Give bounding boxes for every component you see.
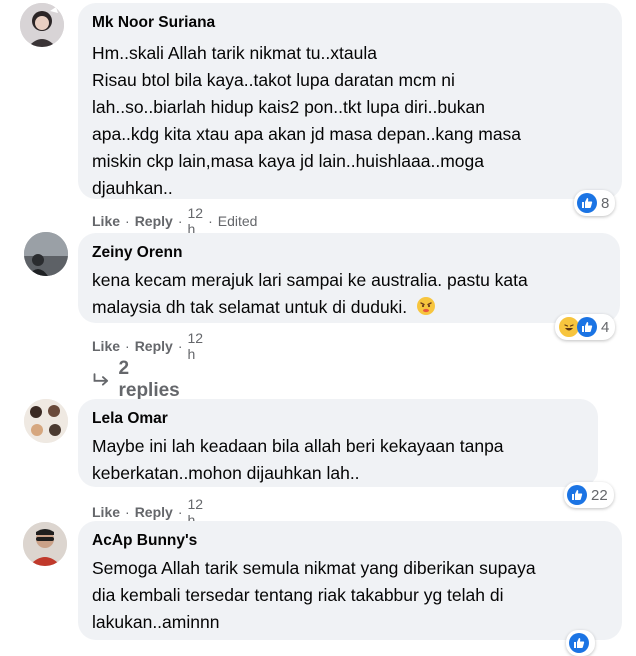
reply-button[interactable]: Reply [135,213,173,229]
reaction-count: 22 [591,486,608,504]
comment-bubble: Lela Omar Maybe ini lah keadaan bila all… [78,399,598,487]
reaction-summary[interactable]: 8 [574,190,616,216]
separator: · [125,213,130,229]
comment-line: dia kembali tersedar tentang riak takabb… [92,585,504,605]
separator: · [177,338,183,354]
comment-author[interactable]: Mk Noor Suriana [92,13,608,33]
comment-line: Hm..skali Allah tarik nikmat tu..xtaula [92,43,377,63]
comment-author[interactable]: Lela Omar [92,409,584,429]
avatar[interactable] [23,522,67,566]
separator: · [208,213,213,229]
comment-text: kena kecam merajuk lari sampai ke austra… [92,267,606,324]
comment-line: Semoga Allah tarik semula nikmat yang di… [92,558,536,578]
reply-button[interactable]: Reply [135,504,173,520]
separator: · [125,504,130,520]
comment-line: keberkatan..mohon dijauhkan lah.. [92,463,360,483]
comment-line: djauhkan.. [92,178,173,198]
avatar-photo-icon [20,3,64,47]
comment-bubble: Mk Noor Suriana Hm..skali Allah tarik ni… [78,3,622,199]
comment-line: lakukan..aminnn [92,612,220,632]
separator: · [177,213,183,229]
like-icon [577,193,597,213]
like-button[interactable]: Like [92,213,120,229]
edited-label: Edited [217,213,258,229]
comment-bubble: Zeiny Orenn kena kecam merajuk lari samp… [78,233,620,323]
pouting-face-emoji [416,296,436,324]
avatar-photo-icon [24,232,68,276]
reply-arrow-icon [93,373,109,386]
avatar-photo-icon [24,399,68,443]
separator: · [125,338,130,354]
comment-line: Risau btol bila kaya..takot lupa daratan… [92,70,455,90]
reaction-summary[interactable]: 4 [555,314,616,340]
replies-count-label[interactable]: 2 replies [118,358,183,402]
avatar[interactable] [24,232,68,276]
like-button[interactable]: Like [92,338,120,354]
comment-line: kena kecam merajuk lari sampai ke austra… [92,270,528,290]
comment-text: Semoga Allah tarik semula nikmat yang di… [92,555,608,636]
comment-line: Maybe ini lah keadaan bila allah beri ke… [92,436,504,456]
comment-text: Maybe ini lah keadaan bila allah beri ke… [92,433,584,487]
comment-line: lah..so..biarlah hidup kais2 pon..tkt lu… [92,97,486,117]
reaction-summary[interactable] [566,630,595,656]
view-replies-link[interactable]: 2 replies [92,358,183,402]
comment-line: apa..kdg kita xtau apa akan jd masa depa… [92,124,522,144]
comment-author[interactable]: Zeiny Orenn [92,243,606,263]
comment-line: miskin ckp lain,masa kaya jd lain..huish… [92,151,484,171]
like-button[interactable]: Like [92,504,120,520]
like-icon [567,485,587,505]
comment-text: Hm..skali Allah tarik nikmat tu..xtaula … [92,40,608,202]
separator: · [177,504,183,520]
avatar[interactable] [20,3,64,47]
reaction-count: 4 [601,318,610,336]
reply-button[interactable]: Reply [135,338,173,354]
avatar[interactable] [24,399,68,443]
comment-bubble: AcAp Bunny's Semoga Allah tarik semula n… [78,521,622,640]
like-icon [577,317,597,337]
comment-author[interactable]: AcAp Bunny's [92,531,608,551]
comment-line-wrap: malaysia dh tak selamat untuk di duduki. [92,294,606,324]
comment-line: malaysia dh tak selamat untuk di duduki. [92,297,408,317]
reaction-summary[interactable]: 22 [564,482,614,508]
avatar-photo-icon [23,522,67,566]
like-icon [569,633,589,653]
timestamp[interactable]: 12 h [187,330,203,362]
reaction-count: 8 [601,194,610,212]
